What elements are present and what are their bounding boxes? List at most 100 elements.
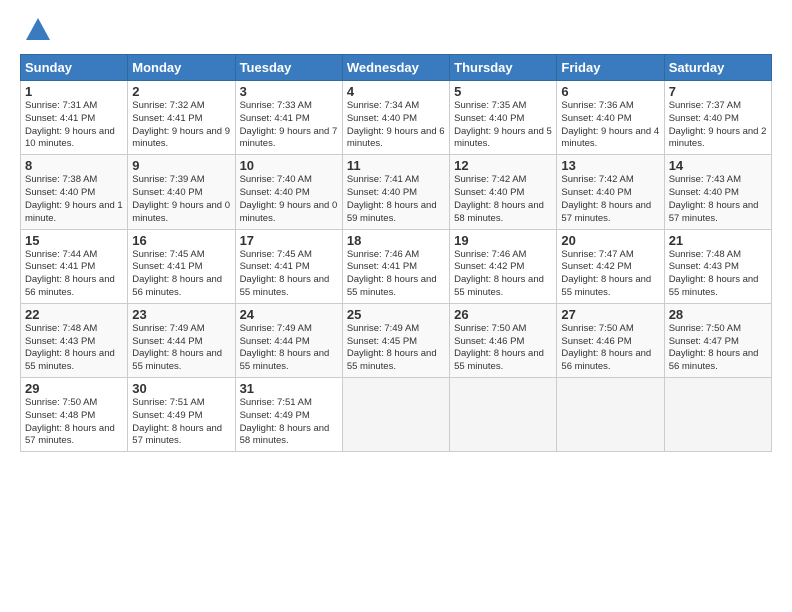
day-number: 2	[132, 84, 230, 99]
calendar-cell: 8 Sunrise: 7:38 AMSunset: 4:40 PMDayligh…	[21, 155, 128, 229]
calendar-cell: 17 Sunrise: 7:45 AMSunset: 4:41 PMDaylig…	[235, 229, 342, 303]
day-number: 23	[132, 307, 230, 322]
day-number: 15	[25, 233, 123, 248]
calendar-cell: 16 Sunrise: 7:45 AMSunset: 4:41 PMDaylig…	[128, 229, 235, 303]
day-info: Sunrise: 7:49 AMSunset: 4:44 PMDaylight:…	[132, 323, 222, 372]
calendar-cell	[450, 378, 557, 452]
calendar-cell: 22 Sunrise: 7:48 AMSunset: 4:43 PMDaylig…	[21, 303, 128, 377]
day-info: Sunrise: 7:40 AMSunset: 4:40 PMDaylight:…	[240, 174, 338, 223]
calendar-cell: 30 Sunrise: 7:51 AMSunset: 4:49 PMDaylig…	[128, 378, 235, 452]
calendar-cell: 27 Sunrise: 7:50 AMSunset: 4:46 PMDaylig…	[557, 303, 664, 377]
day-number: 28	[669, 307, 767, 322]
calendar-day-header: Saturday	[664, 55, 771, 81]
calendar-week-row: 15 Sunrise: 7:44 AMSunset: 4:41 PMDaylig…	[21, 229, 772, 303]
day-info: Sunrise: 7:43 AMSunset: 4:40 PMDaylight:…	[669, 174, 759, 223]
calendar-cell: 31 Sunrise: 7:51 AMSunset: 4:49 PMDaylig…	[235, 378, 342, 452]
calendar-cell: 12 Sunrise: 7:42 AMSunset: 4:40 PMDaylig…	[450, 155, 557, 229]
day-info: Sunrise: 7:50 AMSunset: 4:46 PMDaylight:…	[454, 323, 544, 372]
calendar-cell: 26 Sunrise: 7:50 AMSunset: 4:46 PMDaylig…	[450, 303, 557, 377]
day-info: Sunrise: 7:49 AMSunset: 4:44 PMDaylight:…	[240, 323, 330, 372]
calendar-cell: 13 Sunrise: 7:42 AMSunset: 4:40 PMDaylig…	[557, 155, 664, 229]
day-info: Sunrise: 7:46 AMSunset: 4:42 PMDaylight:…	[454, 249, 544, 298]
day-info: Sunrise: 7:50 AMSunset: 4:48 PMDaylight:…	[25, 397, 115, 446]
day-number: 27	[561, 307, 659, 322]
day-info: Sunrise: 7:33 AMSunset: 4:41 PMDaylight:…	[240, 100, 338, 149]
day-info: Sunrise: 7:32 AMSunset: 4:41 PMDaylight:…	[132, 100, 230, 149]
calendar-cell: 24 Sunrise: 7:49 AMSunset: 4:44 PMDaylig…	[235, 303, 342, 377]
calendar-cell: 21 Sunrise: 7:48 AMSunset: 4:43 PMDaylig…	[664, 229, 771, 303]
day-info: Sunrise: 7:42 AMSunset: 4:40 PMDaylight:…	[561, 174, 651, 223]
day-number: 30	[132, 381, 230, 396]
day-info: Sunrise: 7:50 AMSunset: 4:47 PMDaylight:…	[669, 323, 759, 372]
calendar-cell: 25 Sunrise: 7:49 AMSunset: 4:45 PMDaylig…	[342, 303, 449, 377]
day-number: 21	[669, 233, 767, 248]
day-number: 17	[240, 233, 338, 248]
day-number: 4	[347, 84, 445, 99]
day-number: 18	[347, 233, 445, 248]
calendar-header-row: SundayMondayTuesdayWednesdayThursdayFrid…	[21, 55, 772, 81]
day-info: Sunrise: 7:51 AMSunset: 4:49 PMDaylight:…	[240, 397, 330, 446]
day-number: 19	[454, 233, 552, 248]
logo-icon	[24, 16, 52, 44]
calendar-cell: 3 Sunrise: 7:33 AMSunset: 4:41 PMDayligh…	[235, 81, 342, 155]
day-number: 24	[240, 307, 338, 322]
calendar-cell: 6 Sunrise: 7:36 AMSunset: 4:40 PMDayligh…	[557, 81, 664, 155]
calendar-cell: 4 Sunrise: 7:34 AMSunset: 4:40 PMDayligh…	[342, 81, 449, 155]
calendar-cell: 2 Sunrise: 7:32 AMSunset: 4:41 PMDayligh…	[128, 81, 235, 155]
header	[20, 16, 772, 44]
day-info: Sunrise: 7:48 AMSunset: 4:43 PMDaylight:…	[25, 323, 115, 372]
day-number: 6	[561, 84, 659, 99]
calendar-cell: 5 Sunrise: 7:35 AMSunset: 4:40 PMDayligh…	[450, 81, 557, 155]
day-info: Sunrise: 7:41 AMSunset: 4:40 PMDaylight:…	[347, 174, 437, 223]
calendar-cell: 28 Sunrise: 7:50 AMSunset: 4:47 PMDaylig…	[664, 303, 771, 377]
day-number: 3	[240, 84, 338, 99]
day-number: 13	[561, 158, 659, 173]
calendar-week-row: 29 Sunrise: 7:50 AMSunset: 4:48 PMDaylig…	[21, 378, 772, 452]
calendar: SundayMondayTuesdayWednesdayThursdayFrid…	[20, 54, 772, 452]
day-number: 25	[347, 307, 445, 322]
day-info: Sunrise: 7:35 AMSunset: 4:40 PMDaylight:…	[454, 100, 552, 149]
day-info: Sunrise: 7:31 AMSunset: 4:41 PMDaylight:…	[25, 100, 115, 149]
day-number: 20	[561, 233, 659, 248]
day-number: 12	[454, 158, 552, 173]
day-info: Sunrise: 7:51 AMSunset: 4:49 PMDaylight:…	[132, 397, 222, 446]
day-info: Sunrise: 7:46 AMSunset: 4:41 PMDaylight:…	[347, 249, 437, 298]
day-number: 22	[25, 307, 123, 322]
day-info: Sunrise: 7:49 AMSunset: 4:45 PMDaylight:…	[347, 323, 437, 372]
calendar-cell	[557, 378, 664, 452]
day-info: Sunrise: 7:37 AMSunset: 4:40 PMDaylight:…	[669, 100, 767, 149]
calendar-week-row: 8 Sunrise: 7:38 AMSunset: 4:40 PMDayligh…	[21, 155, 772, 229]
calendar-cell: 20 Sunrise: 7:47 AMSunset: 4:42 PMDaylig…	[557, 229, 664, 303]
calendar-cell: 7 Sunrise: 7:37 AMSunset: 4:40 PMDayligh…	[664, 81, 771, 155]
calendar-day-header: Monday	[128, 55, 235, 81]
page: SundayMondayTuesdayWednesdayThursdayFrid…	[0, 0, 792, 462]
day-number: 29	[25, 381, 123, 396]
day-number: 7	[669, 84, 767, 99]
day-number: 11	[347, 158, 445, 173]
calendar-cell: 9 Sunrise: 7:39 AMSunset: 4:40 PMDayligh…	[128, 155, 235, 229]
calendar-cell: 15 Sunrise: 7:44 AMSunset: 4:41 PMDaylig…	[21, 229, 128, 303]
calendar-cell: 29 Sunrise: 7:50 AMSunset: 4:48 PMDaylig…	[21, 378, 128, 452]
calendar-day-header: Tuesday	[235, 55, 342, 81]
day-number: 8	[25, 158, 123, 173]
calendar-cell: 10 Sunrise: 7:40 AMSunset: 4:40 PMDaylig…	[235, 155, 342, 229]
calendar-cell: 23 Sunrise: 7:49 AMSunset: 4:44 PMDaylig…	[128, 303, 235, 377]
day-number: 16	[132, 233, 230, 248]
calendar-cell: 19 Sunrise: 7:46 AMSunset: 4:42 PMDaylig…	[450, 229, 557, 303]
calendar-week-row: 1 Sunrise: 7:31 AMSunset: 4:41 PMDayligh…	[21, 81, 772, 155]
calendar-week-row: 22 Sunrise: 7:48 AMSunset: 4:43 PMDaylig…	[21, 303, 772, 377]
calendar-cell: 11 Sunrise: 7:41 AMSunset: 4:40 PMDaylig…	[342, 155, 449, 229]
day-info: Sunrise: 7:39 AMSunset: 4:40 PMDaylight:…	[132, 174, 230, 223]
calendar-cell: 1 Sunrise: 7:31 AMSunset: 4:41 PMDayligh…	[21, 81, 128, 155]
day-info: Sunrise: 7:45 AMSunset: 4:41 PMDaylight:…	[132, 249, 222, 298]
calendar-cell	[664, 378, 771, 452]
day-number: 5	[454, 84, 552, 99]
calendar-cell: 14 Sunrise: 7:43 AMSunset: 4:40 PMDaylig…	[664, 155, 771, 229]
calendar-cell	[342, 378, 449, 452]
day-number: 26	[454, 307, 552, 322]
day-info: Sunrise: 7:36 AMSunset: 4:40 PMDaylight:…	[561, 100, 659, 149]
day-info: Sunrise: 7:42 AMSunset: 4:40 PMDaylight:…	[454, 174, 544, 223]
day-number: 9	[132, 158, 230, 173]
day-info: Sunrise: 7:48 AMSunset: 4:43 PMDaylight:…	[669, 249, 759, 298]
calendar-day-header: Friday	[557, 55, 664, 81]
